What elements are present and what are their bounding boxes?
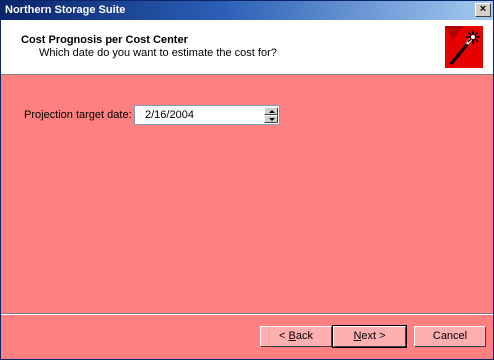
window-title: Northern Storage Suite xyxy=(5,4,126,16)
date-spinner[interactable] xyxy=(264,107,278,123)
page-title: Cost Prognosis per Cost Center xyxy=(21,34,188,46)
projection-date-input[interactable]: 2/16/2004 xyxy=(134,105,280,125)
page-subtitle: Which date do you want to estimate the c… xyxy=(39,47,277,59)
wizard-wand-icon xyxy=(445,26,483,68)
arrow-up-icon xyxy=(269,110,275,113)
wizard-window: Northern Storage Suite × Cost Prognosis … xyxy=(0,0,494,360)
next-button[interactable]: Next > xyxy=(332,325,407,348)
back-label-mnemonic: B xyxy=(288,330,296,342)
spin-up-button[interactable] xyxy=(264,107,278,115)
footer-divider xyxy=(1,313,493,315)
close-button[interactable]: × xyxy=(475,3,491,17)
back-button[interactable]: < Back xyxy=(260,326,332,347)
projection-date-value[interactable]: 2/16/2004 xyxy=(145,109,194,121)
wizard-header: Cost Prognosis per Cost Center Which dat… xyxy=(1,20,493,75)
back-label-prefix: < xyxy=(279,330,289,342)
back-label-rest: ack xyxy=(295,330,313,342)
arrow-down-icon xyxy=(269,118,275,121)
spin-down-button[interactable] xyxy=(264,115,278,123)
wizard-content: Projection target date: 2/16/2004 xyxy=(1,75,493,313)
projection-date-label: Projection target date: xyxy=(24,109,132,121)
close-icon: × xyxy=(479,3,487,15)
next-label-rest: ext > xyxy=(361,330,386,342)
cancel-button[interactable]: Cancel xyxy=(414,326,486,347)
title-bar[interactable]: Northern Storage Suite × xyxy=(1,1,493,20)
